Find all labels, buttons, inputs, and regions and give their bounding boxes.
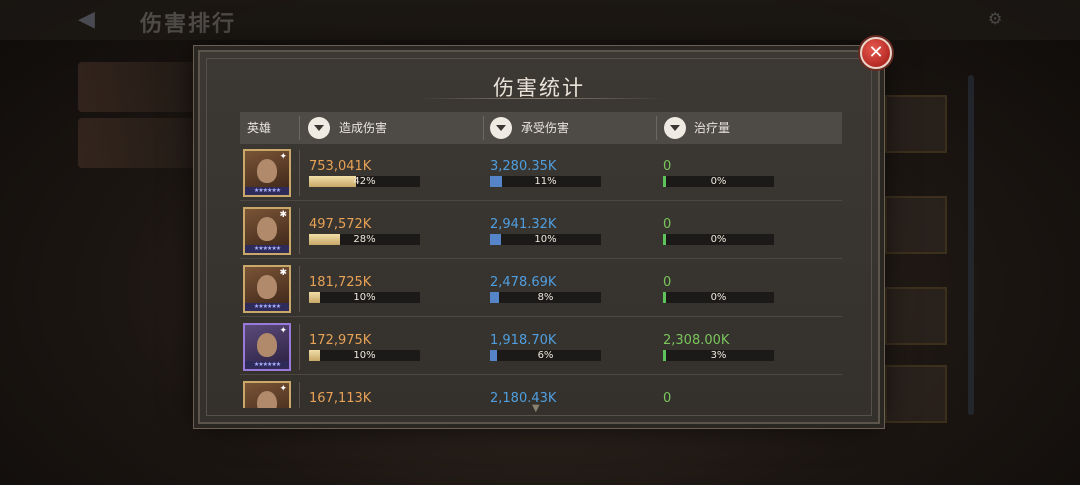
row-divider [299,266,300,312]
background-hero-slot [885,287,947,345]
damage-taken-percent: 8% [537,292,554,303]
damage-taken-percent: 6% [537,350,554,361]
damage-dealt-value: 172,975K [309,333,372,348]
background-scrollbar [968,75,974,415]
damage-dealt-bar: 28% [309,234,420,245]
table-row[interactable]: ✱ ★★★★★★ 497,572K 28% 2,941.32K 10% 0 0% [240,202,842,259]
sort-damage-taken-button[interactable] [490,117,512,139]
sort-healing-button[interactable] [664,117,686,139]
back-arrow-icon[interactable]: ◀ [78,8,112,32]
healing-percent: 0% [710,234,727,245]
close-button[interactable]: ✕ [860,37,892,69]
healing-bar: 0% [663,176,774,187]
damage-taken-percent: 10% [534,234,557,245]
damage-taken-percent: 11% [534,176,557,187]
portrait-face [257,159,277,183]
background-list-item [78,118,198,168]
header-divider [299,116,300,140]
header-divider [656,116,657,140]
header-damage-taken: 承受伤害 [521,121,570,135]
currency-badge [895,10,965,28]
header-damage-dealt: 造成伤害 [339,121,388,135]
table-row[interactable]: ✱ ★★★★★★ 181,725K 10% 2,478.69K 8% 0 0% [240,260,842,317]
damage-dealt-value: 753,041K [309,159,372,174]
portrait-face [257,391,277,408]
hero-portrait-icon[interactable]: ✱ ★★★★★★ [243,207,291,255]
damage-taken-bar: 8% [490,292,601,303]
hero-portrait-icon[interactable]: ✱ ★★★★★★ [243,265,291,313]
damage-dealt-bar: 42% [309,176,420,187]
healing-value: 2,308.00K [663,333,730,348]
title-divider [418,98,664,99]
star-rating: ★★★★★★ [245,187,289,195]
class-icon: ✱ [279,268,287,278]
portrait-face [257,275,277,299]
sort-damage-dealt-button[interactable] [308,117,330,139]
damage-dealt-percent: 10% [353,292,376,303]
damage-dealt-bar: 10% [309,350,420,361]
healing-value: 0 [663,391,672,406]
star-rating: ★★★★★★ [245,245,289,253]
table-row[interactable]: ✦ ★★★★★★ 172,975K 10% 1,918.70K 6% 2,308… [240,318,842,375]
background-list-item [78,62,198,112]
healing-bar: 0% [663,234,774,245]
damage-taken-value: 2,941.32K [490,217,557,232]
healing-percent: 0% [710,176,727,187]
damage-taken-bar: 11% [490,176,601,187]
row-divider [299,324,300,370]
table-header: 英雄 造成伤害 承受伤害 治疗量 [240,112,842,144]
damage-taken-bar: 6% [490,350,601,361]
healing-value: 0 [663,217,672,232]
background-hero-slot [885,196,947,254]
healing-percent: 0% [710,292,727,303]
scroll-down-indicator-icon: ▼ [532,403,540,414]
class-icon: ✦ [279,384,287,394]
damage-dealt-bar: 10% [309,292,420,303]
healing-bar: 0% [663,292,774,303]
damage-taken-bar: 10% [490,234,601,245]
class-icon: ✦ [279,152,287,162]
table-row[interactable]: ✦ 167,113K 2,180.43K 0 [240,376,842,408]
damage-dealt-value: 167,113K [309,391,372,406]
healing-value: 0 [663,159,672,174]
damage-dealt-percent: 28% [353,234,376,245]
star-rating: ★★★★★★ [245,361,289,369]
table-row[interactable]: ✦ ★★★★★★ 753,041K 42% 3,280.35K 11% 0 0% [240,144,842,201]
portrait-face [257,333,277,357]
damage-taken-value: 1,918.70K [490,333,557,348]
healing-value: 0 [663,275,672,290]
class-icon: ✦ [279,326,287,336]
damage-taken-value: 2,180.43K [490,391,557,406]
damage-dealt-percent: 10% [353,350,376,361]
star-rating: ★★★★★★ [245,303,289,311]
header-divider [483,116,484,140]
header-hero: 英雄 [247,121,272,135]
background-title: 伤害排行 [140,12,237,37]
healing-bar: 3% [663,350,774,361]
header-healing: 治疗量 [694,121,731,135]
gear-icon[interactable]: ⚙ [988,9,1002,28]
damage-dealt-percent: 42% [353,176,376,187]
hero-portrait-icon[interactable]: ✦ ★★★★★★ [243,323,291,371]
damage-dealt-value: 181,725K [309,275,372,290]
class-icon: ✱ [279,210,287,220]
stats-list[interactable]: ✦ ★★★★★★ 753,041K 42% 3,280.35K 11% 0 0%… [240,144,842,408]
damage-taken-value: 2,478.69K [490,275,557,290]
healing-percent: 3% [710,350,727,361]
close-icon: ✕ [868,42,884,63]
portrait-face [257,217,277,241]
background-hero-slot [885,365,947,423]
row-divider [299,150,300,196]
row-divider [299,208,300,254]
damage-taken-value: 3,280.35K [490,159,557,174]
hero-portrait-icon[interactable]: ✦ ★★★★★★ [243,149,291,197]
background-hero-slot [885,95,947,153]
row-divider [299,382,300,408]
damage-dealt-value: 497,572K [309,217,372,232]
hero-portrait-icon[interactable]: ✦ [243,381,291,408]
